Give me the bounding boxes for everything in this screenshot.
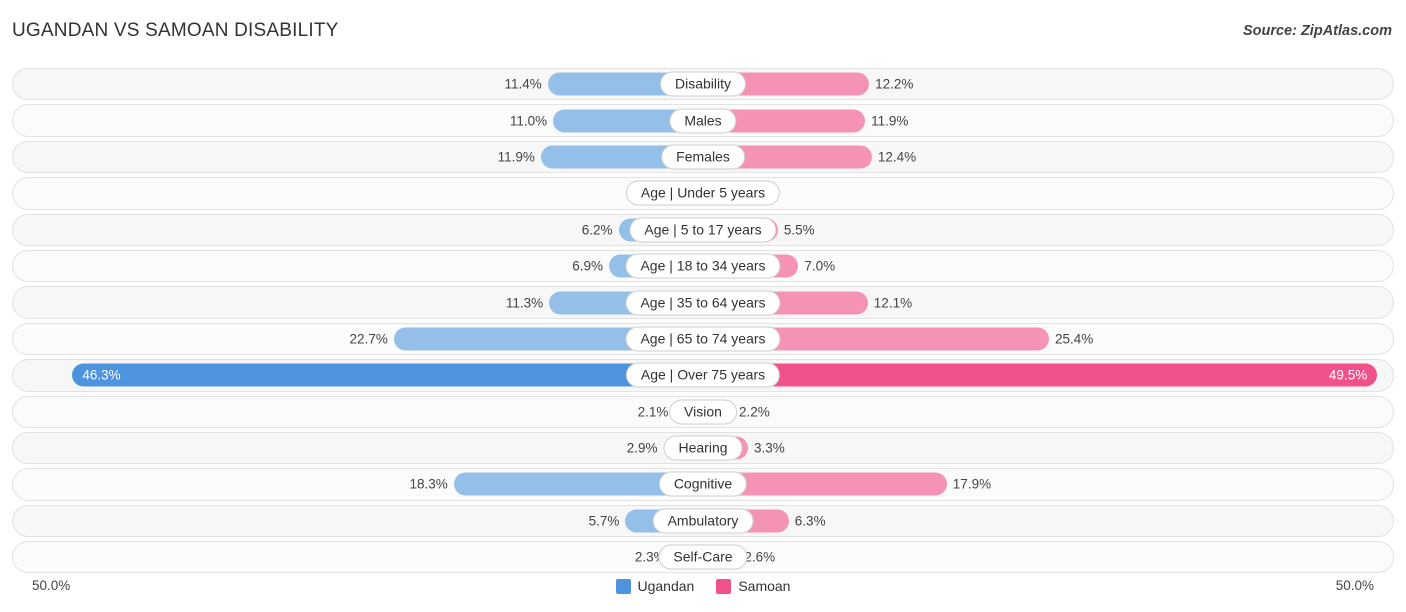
category-label: Cognitive — [659, 472, 747, 497]
category-label: Vision — [669, 399, 737, 424]
legend-label: Samoan — [738, 578, 790, 594]
category-label: Disability — [660, 72, 746, 97]
category-label: Age | Under 5 years — [626, 181, 780, 206]
chart-row: 11.3% 12.1% Age | 35 to 64 years — [12, 284, 1394, 320]
bar-value-ugandan: 46.3% — [82, 368, 120, 383]
chart-row: 2.3%2.6%Self-Care — [12, 539, 1394, 575]
bar-value-ugandan: 5.7% — [589, 513, 620, 528]
chart-row: 6.9% 7.0% Age | 18 to 34 years — [12, 248, 1394, 284]
legend-item-ugandan: Ugandan — [616, 578, 695, 594]
bar-value-samoan: 3.3% — [754, 441, 785, 456]
chart-row: 5.7% 6.3% Ambulatory — [12, 503, 1394, 539]
bar-value-samoan: 2.2% — [739, 404, 770, 419]
category-label: Age | 65 to 74 years — [625, 326, 780, 351]
bar-value-samoan: 49.5% — [1329, 368, 1367, 383]
diverging-bar-chart: 11.4% 12.2% Disability 11.0% 11.9% Males 11.9%… — [12, 66, 1394, 572]
page-title: UGANDAN VS SAMOAN DISABILITY — [12, 20, 339, 42]
bar-value-ugandan: 11.4% — [504, 77, 541, 92]
chart-row: 11.4% 12.2% Disability — [12, 66, 1394, 102]
bar-value-ugandan: 11.0% — [510, 113, 547, 128]
category-label: Females — [661, 144, 745, 169]
chart-row: 11.0% 11.9% Males — [12, 102, 1394, 138]
bar-value-ugandan: 6.2% — [582, 222, 613, 237]
bar-value-ugandan: 18.3% — [409, 477, 447, 492]
bar-ugandan — [72, 364, 703, 387]
category-label: Hearing — [663, 436, 742, 461]
chart-row: 1.1%1.2%Age | Under 5 years — [12, 175, 1394, 211]
bar-value-ugandan: 22.7% — [350, 331, 388, 346]
bar-value-samoan: 25.4% — [1055, 331, 1093, 346]
bar-value-samoan: 11.9% — [871, 113, 908, 128]
category-label: Self-Care — [658, 545, 747, 570]
bar-value-samoan: 2.6% — [744, 550, 775, 565]
legend-item-samoan: Samoan — [716, 578, 790, 594]
bar-value-samoan: 5.5% — [784, 222, 815, 237]
category-label: Males — [669, 108, 736, 133]
category-label: Age | 5 to 17 years — [629, 217, 776, 242]
bar-value-samoan: 12.2% — [875, 77, 913, 92]
bar-value-samoan: 12.1% — [874, 295, 912, 310]
chart-legend: Ugandan Samoan — [0, 578, 1406, 594]
bar-value-ugandan: 6.9% — [572, 259, 603, 274]
bar-value-samoan: 6.3% — [795, 513, 826, 528]
legend-label: Ugandan — [638, 578, 695, 594]
chart-row: 46.3% 49.5% Age | Over 75 years — [12, 357, 1394, 393]
legend-swatch — [616, 579, 631, 594]
chart-row: 2.9% 3.3% Hearing — [12, 430, 1394, 466]
category-label: Age | Over 75 years — [626, 363, 780, 388]
bar-samoan — [703, 364, 1377, 387]
chart-row: 6.2% 5.5% Age | 5 to 17 years — [12, 212, 1394, 248]
bar-value-ugandan: 2.9% — [627, 441, 658, 456]
bar-value-samoan: 17.9% — [953, 477, 991, 492]
category-label: Ambulatory — [653, 508, 754, 533]
bar-value-ugandan: 11.9% — [498, 149, 535, 164]
chart-row: 18.3% 17.9% Cognitive — [12, 466, 1394, 502]
source-attribution: Source: ZipAtlas.com — [1243, 23, 1392, 39]
chart-row: 11.9% 12.4% Females — [12, 139, 1394, 175]
chart-row: 22.7% 25.4% Age | 65 to 74 years — [12, 321, 1394, 357]
bar-value-ugandan: 2.1% — [638, 404, 669, 419]
bar-value-samoan: 12.4% — [878, 149, 916, 164]
category-label: Age | 35 to 64 years — [625, 290, 780, 315]
legend-swatch — [716, 579, 731, 594]
bar-value-samoan: 7.0% — [804, 259, 835, 274]
bar-value-ugandan: 11.3% — [506, 295, 543, 310]
category-label: Age | 18 to 34 years — [625, 254, 780, 279]
chart-page: UGANDAN VS SAMOAN DISABILITY Source: Zip… — [0, 0, 1406, 612]
chart-row: 2.1% 2.2%Vision — [12, 394, 1394, 430]
